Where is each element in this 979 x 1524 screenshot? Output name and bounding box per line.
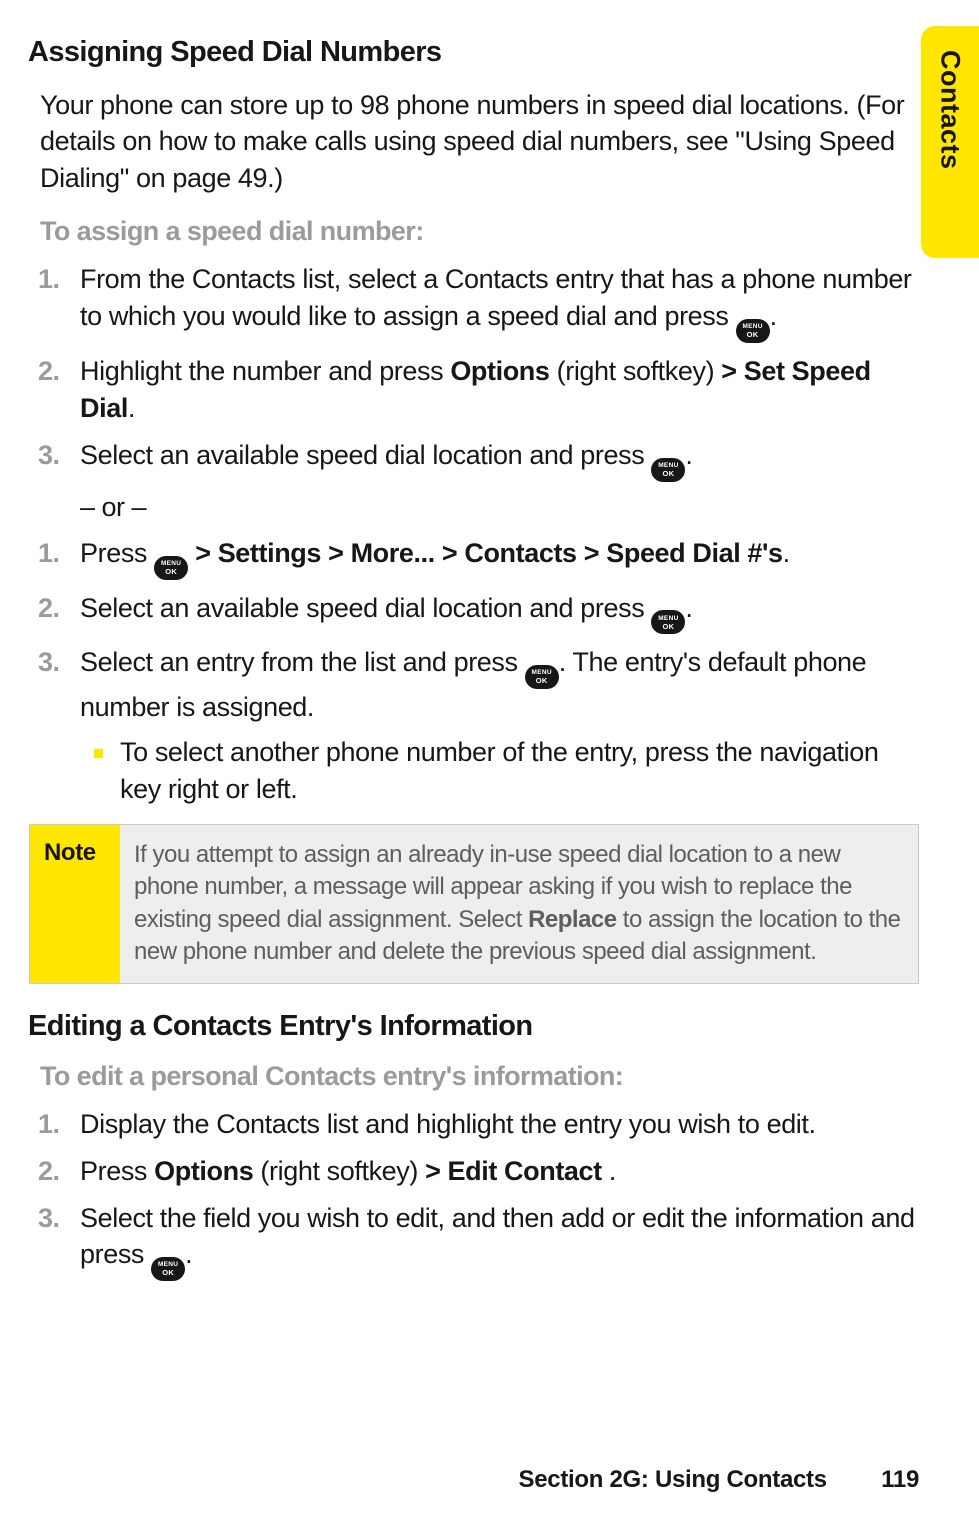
bold-term: > Settings > More... > Contacts > Speed … [188, 538, 783, 568]
or-separator: – or – [80, 492, 927, 523]
step-item: 2. Highlight the number and press Option… [80, 353, 919, 427]
sub-list: To select another phone number of the en… [120, 734, 919, 808]
step-number: 1. [38, 535, 60, 572]
step-number: 2. [38, 353, 60, 390]
steps-list-b: 1. Press MENUOK > Settings > More... > C… [80, 535, 919, 808]
step-text: . [770, 301, 777, 331]
steps-list-a: 1. From the Contacts list, select a Cont… [80, 261, 919, 481]
note-label: Note [30, 825, 120, 983]
step-item: 2. Select an available speed dial locati… [80, 590, 919, 635]
step-item: 1. Display the Contacts list and highlig… [80, 1106, 919, 1143]
menu-ok-icon: MENUOK [651, 458, 685, 482]
step-text: Select an entry from the list and press [80, 647, 525, 677]
step-item: 1. From the Contacts list, select a Cont… [80, 261, 919, 343]
step-item: 1. Press MENUOK > Settings > More... > C… [80, 535, 919, 580]
bold-term: Replace [528, 906, 617, 933]
step-text: Display the Contacts list and highlight … [80, 1109, 816, 1139]
step-text: Highlight the number and press [80, 356, 450, 386]
note-body: If you attempt to assign an already in-u… [120, 825, 918, 983]
steps-list-edit: 1. Display the Contacts list and highlig… [80, 1106, 919, 1282]
menu-ok-icon: MENUOK [154, 556, 188, 580]
step-number: 1. [38, 1106, 60, 1143]
step-text: Press [80, 1156, 154, 1186]
heading-editing-contacts: Editing a Contacts Entry's Information [28, 1010, 927, 1043]
note-box: Note If you attempt to assign an already… [29, 824, 919, 984]
step-text: . [128, 393, 135, 423]
step-item: 2. Press Options (right softkey) > Edit … [80, 1153, 919, 1190]
footer-section: Section 2G: Using Contacts [519, 1466, 827, 1493]
step-text: . [185, 1239, 192, 1269]
subheading-edit: To edit a personal Contacts entry's info… [40, 1061, 927, 1092]
page-number: 119 [881, 1466, 919, 1493]
menu-ok-icon: MENUOK [736, 319, 770, 343]
sub-item: To select another phone number of the en… [120, 734, 919, 808]
menu-ok-icon: MENUOK [525, 665, 559, 689]
step-text: From the Contacts list, select a Contact… [80, 264, 912, 331]
step-text: . [685, 440, 692, 470]
step-text: . [602, 1156, 616, 1186]
heading-assigning-speed-dial: Assigning Speed Dial Numbers [28, 36, 927, 69]
step-item: 3. Select an available speed dial locati… [80, 437, 919, 482]
step-text: . [685, 593, 692, 623]
step-text: (right softkey) [253, 1156, 425, 1186]
page-footer: Section 2G: Using Contacts 119 [519, 1466, 919, 1494]
step-text: Select an available speed dial location … [80, 593, 651, 623]
step-text: . [783, 538, 790, 568]
menu-ok-icon: MENUOK [151, 1257, 185, 1281]
bold-term: Options [154, 1156, 253, 1186]
step-text: (right softkey) [550, 356, 722, 386]
step-item: 3. Select the field you wish to edit, an… [80, 1200, 919, 1282]
subheading-assign: To assign a speed dial number: [40, 216, 927, 247]
step-number: 3. [38, 644, 60, 681]
step-item: 3. Select an entry from the list and pre… [80, 644, 919, 808]
bold-term: Options [450, 356, 549, 386]
step-number: 1. [38, 261, 60, 298]
step-text: Select an available speed dial location … [80, 440, 651, 470]
step-number: 3. [38, 437, 60, 474]
step-number: 2. [38, 1153, 60, 1190]
step-number: 3. [38, 1200, 60, 1237]
bold-term: > Edit Contact [425, 1156, 602, 1186]
step-text: Select the field you wish to edit, and t… [80, 1203, 915, 1270]
step-text: Press [80, 538, 154, 568]
intro-paragraph: Your phone can store up to 98 phone numb… [40, 87, 919, 196]
step-number: 2. [38, 590, 60, 627]
menu-ok-icon: MENUOK [651, 610, 685, 634]
